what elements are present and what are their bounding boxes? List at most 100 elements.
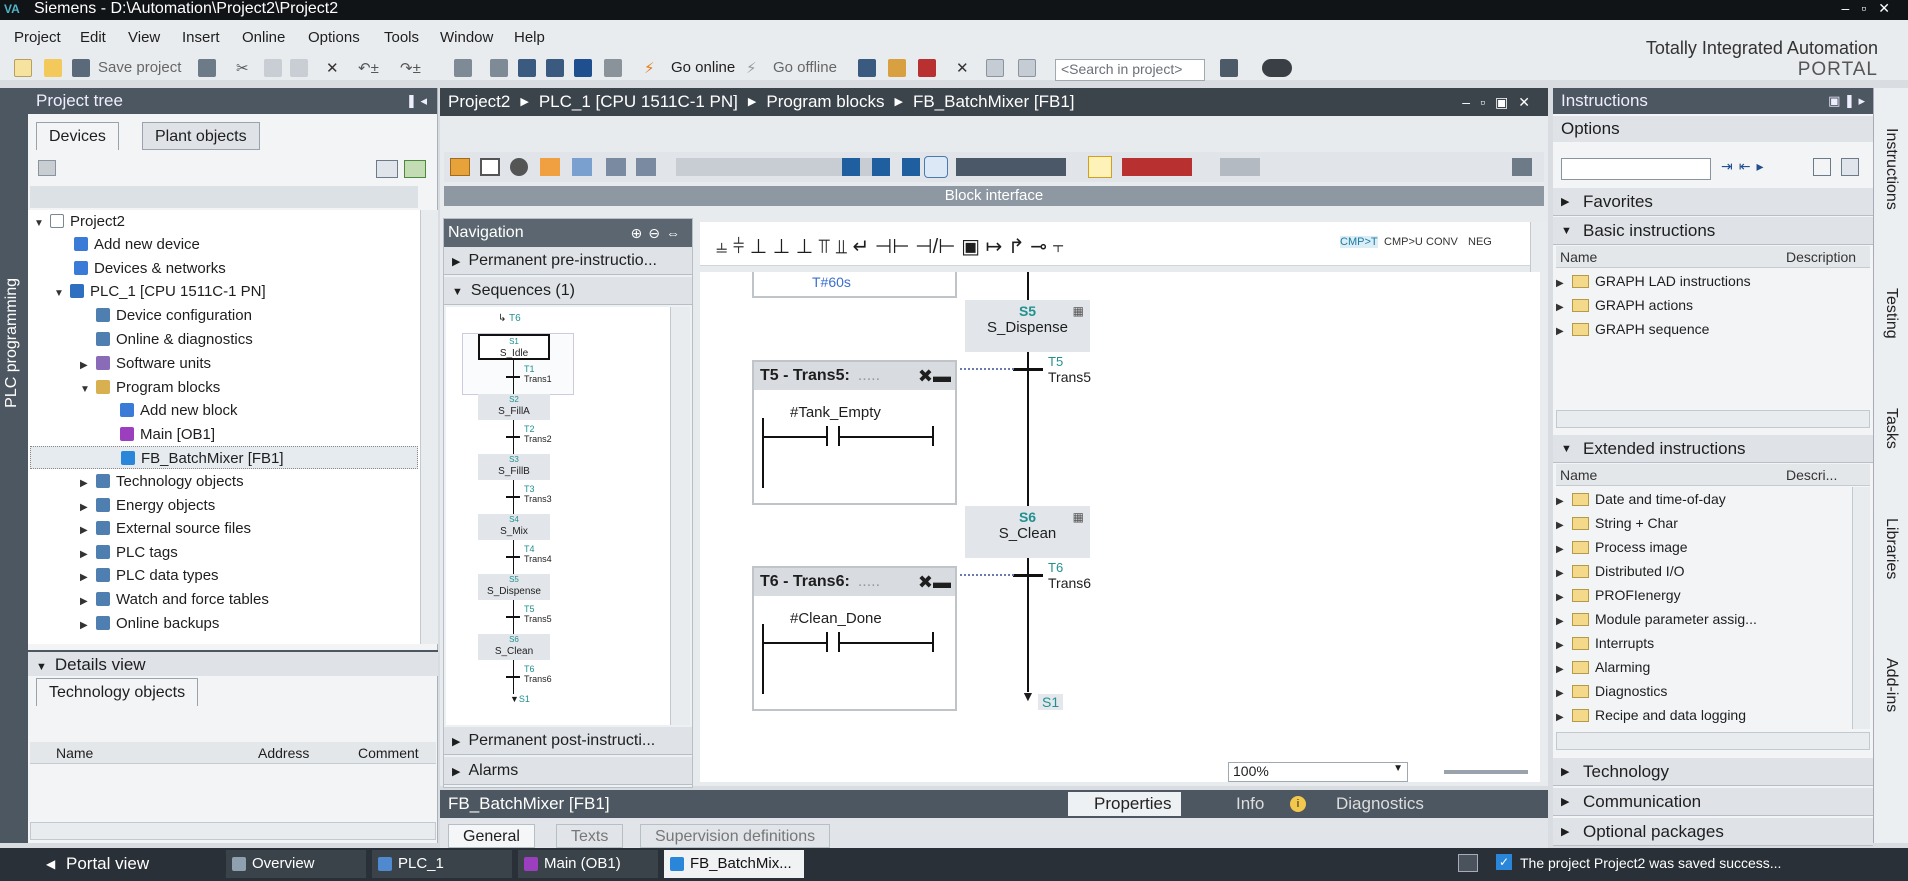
collapsed-icon[interactable]: ▶ — [80, 614, 92, 637]
collapsed-icon[interactable]: ▶ — [80, 354, 92, 377]
table-icon[interactable] — [902, 158, 920, 176]
tree-item-devices-networks[interactable]: Devices & networks — [74, 257, 226, 280]
tree-item-online-diag[interactable]: Online & diagnostics — [96, 328, 253, 351]
search-go-icon[interactable] — [1220, 59, 1238, 77]
section-alarms[interactable]: ▶ Alarms — [444, 757, 692, 785]
tab-info[interactable]: Info — [1210, 792, 1294, 816]
transition-box-t5[interactable]: T5 - Trans5:..... ✖▬ #Tank_Empty — [752, 360, 957, 505]
nav-step-s4[interactable]: S4 S_Mix — [478, 514, 550, 540]
step-s5[interactable]: S5 S_Dispense ▦ — [965, 300, 1090, 352]
assistant-icon[interactable] — [1262, 59, 1292, 77]
jump-target[interactable]: S1 — [1038, 694, 1064, 710]
instruction-search-input[interactable] — [1561, 158, 1711, 180]
extended-item[interactable]: ▶ Distributed I/O — [1556, 559, 1684, 583]
tab-plant-objects[interactable]: Plant objects — [142, 122, 260, 150]
extended-item[interactable]: ▶ Recipe and data logging — [1556, 703, 1746, 727]
menu-edit[interactable]: Edit — [80, 29, 106, 46]
list-icon[interactable] — [872, 158, 890, 176]
contact-tag[interactable]: #Clean_Done — [790, 610, 882, 627]
conv-icon[interactable]: CONV — [1426, 236, 1458, 248]
tab-diagnostics[interactable]: Diagnostics — [1316, 792, 1434, 816]
section-extended-instructions[interactable]: ▼ Extended instructions — [1553, 435, 1873, 463]
menu-help[interactable]: Help — [514, 29, 545, 46]
zoom-select[interactable]: 100% ▼ — [1228, 762, 1408, 782]
tree-item-plc-data-types[interactable]: ▶ PLC data types — [80, 564, 219, 587]
monitor-tools-icon[interactable] — [956, 158, 1066, 176]
section-optional-packages[interactable]: ▶ Optional packages — [1553, 818, 1873, 846]
go-online-icon[interactable]: ⚡ — [644, 59, 655, 77]
view-mode-icon[interactable] — [1813, 158, 1831, 176]
expand-icon[interactable]: ▼ — [54, 282, 66, 305]
sequence-view-icon[interactable] — [510, 158, 528, 176]
editor-window-controls[interactable]: –▫▣✕ — [1462, 88, 1540, 116]
extended-item[interactable]: ▶ Process image — [1556, 535, 1688, 559]
collapsed-icon[interactable]: ▶ — [80, 590, 92, 613]
menu-options[interactable]: Options — [308, 29, 360, 46]
nav-step-s2[interactable]: S2 S_FillA — [478, 394, 550, 420]
nav-step-s6[interactable]: S6 S_Clean — [478, 634, 550, 660]
sync-icon[interactable] — [404, 160, 426, 178]
taskbar-fb-batchmixer[interactable]: FB_BatchMix... — [664, 850, 804, 878]
tab-properties[interactable]: Properties — [1068, 792, 1182, 816]
tree-item-software-units[interactable]: ▶ Software units — [80, 352, 211, 375]
window-controls[interactable]: –▫✕ — [1842, 0, 1902, 17]
stop-cpu-icon[interactable] — [918, 59, 936, 77]
cross-reference-icon[interactable]: ✕ — [956, 59, 969, 77]
basic-hscrollbar[interactable] — [1556, 410, 1870, 428]
extended-item[interactable]: ▶ Diagnostics — [1556, 679, 1667, 703]
nav-scrollbar[interactable] — [670, 307, 690, 725]
collapsed-icon[interactable]: ▶ — [80, 566, 92, 589]
col-comment[interactable]: Comment — [358, 742, 419, 764]
col-address[interactable]: Address — [258, 742, 309, 764]
tree-item-device-config[interactable]: Device configuration — [96, 304, 252, 327]
simulation-icon[interactable] — [574, 59, 592, 77]
extended-item[interactable]: ▶ PROFIenergy — [1556, 583, 1681, 607]
expand-icon[interactable]: ▼ — [34, 212, 46, 235]
extended-item[interactable]: ▶ Interrupts — [1556, 631, 1654, 655]
tree-item-main-ob1[interactable]: Main [OB1] — [120, 423, 215, 446]
split-vertical-icon[interactable] — [1018, 59, 1036, 77]
collapse-icon[interactable]: ❚ ◂ — [406, 88, 427, 114]
extended-item[interactable]: ▶ Date and time-of-day — [1556, 487, 1726, 511]
tree-item-plc-tags[interactable]: ▶ PLC tags — [80, 541, 178, 564]
neg-icon[interactable]: NEG — [1468, 236, 1492, 248]
menu-tools[interactable]: Tools — [384, 29, 419, 46]
extended-item[interactable]: ▶ String + Char — [1556, 511, 1678, 535]
tree-item-online-backups[interactable]: ▶ Online backups — [80, 612, 219, 635]
tab-devices[interactable]: Devices — [36, 122, 119, 150]
tab-libraries[interactable]: Libraries — [1882, 518, 1900, 579]
tree-item-program-blocks[interactable]: ▼ Program blocks — [80, 376, 220, 399]
extended-item[interactable]: ▶ Module parameter assig... — [1556, 607, 1757, 631]
start-cpu-icon[interactable] — [888, 59, 906, 77]
menu-online[interactable]: Online — [242, 29, 285, 46]
network-ladder-icon[interactable]: ⫨ ⫩ ⊥ ⊥ ⊥ ⫪ ⫫ ↵ ⊣⊢ ⊣/⊢ ▣ ↦ ↱ ⊸ ⫟ — [716, 234, 1064, 259]
comment-icon[interactable] — [924, 156, 948, 178]
section-basic-instructions[interactable]: ▼ Basic instructions — [1553, 217, 1873, 245]
step-s6[interactable]: S6 S_Clean ▦ — [965, 506, 1090, 558]
settings-icon[interactable] — [1220, 158, 1260, 176]
taskbar-main-ob1[interactable]: Main (OB1) — [518, 850, 658, 878]
device-overview-icon[interactable] — [38, 160, 56, 176]
delete-step-icon[interactable] — [636, 158, 656, 176]
subtab-general[interactable]: General — [448, 824, 535, 848]
paste-icon[interactable] — [290, 59, 308, 77]
nav-step-s3[interactable]: S3 S_FillB — [478, 454, 550, 480]
tab-add-ins[interactable]: Add-ins — [1882, 658, 1900, 712]
tree-item-technology-objects[interactable]: ▶ Technology objects — [80, 470, 244, 493]
basic-item-graph-lad[interactable]: ▶ GRAPH LAD instructions — [1556, 269, 1751, 293]
tab-technology-objects[interactable]: Technology objects — [36, 678, 199, 706]
portal-view-button[interactable]: ◀ Portal view — [40, 850, 149, 878]
menu-view[interactable]: View — [128, 29, 160, 46]
compile-icon[interactable] — [490, 59, 508, 77]
section-technology[interactable]: ▶ Technology — [1553, 758, 1873, 786]
nav-step-s5[interactable]: S5 S_Dispense — [478, 574, 550, 600]
alarm-view-icon[interactable] — [572, 158, 592, 176]
tree-item-fb-batchmixer[interactable]: FB_BatchMixer [FB1] — [30, 446, 418, 469]
expand-icon[interactable]: ▼ — [80, 378, 92, 401]
collapsed-icon[interactable]: ▶ — [80, 543, 92, 566]
insert-step-icon[interactable] — [606, 158, 626, 176]
grid-icon[interactable]: ▦ — [1073, 510, 1084, 524]
basic-item-graph-actions[interactable]: ▶ GRAPH actions — [1556, 293, 1693, 317]
search-input[interactable]: <Search in project> — [1055, 59, 1205, 81]
details-view-header[interactable]: ▼ Details view — [28, 650, 438, 676]
